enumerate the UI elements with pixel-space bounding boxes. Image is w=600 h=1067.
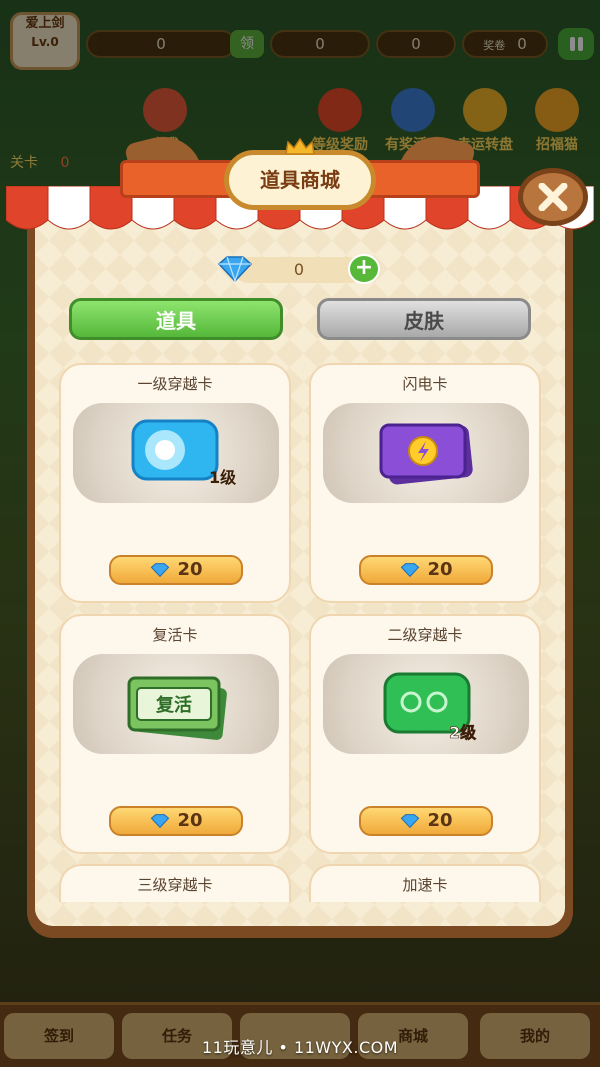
level-badge: 2级 <box>449 723 477 742</box>
shop-item-card[interactable]: 一级穿越卡 1级 20 <box>59 363 291 603</box>
tab-skins[interactable]: 皮肤 <box>317 298 531 340</box>
revive-card-text: 复活 <box>155 694 192 716</box>
item-image-frame: 复活 <box>73 654 279 754</box>
diamond-icon <box>401 563 420 578</box>
item-image-frame <box>323 403 529 503</box>
level2-portal-card-icon: 2级 <box>383 672 477 742</box>
revive-card-icon: 复活 <box>127 676 227 740</box>
close-button[interactable] <box>518 168 588 226</box>
awning-stripe <box>6 186 49 230</box>
diamond-icon <box>151 563 170 578</box>
item-name: 二级穿越卡 <box>387 626 463 644</box>
buy-button[interactable]: 20 <box>359 555 493 585</box>
item-price: 20 <box>427 810 453 831</box>
diamond-icon <box>401 814 420 829</box>
buy-button[interactable]: 20 <box>359 806 493 836</box>
lightning-card-icon <box>379 423 473 485</box>
watermark: 11玩意儿 • 11WYX.COM <box>201 1038 399 1057</box>
item-name: 复活卡 <box>152 626 198 644</box>
diamond-icon <box>217 256 253 283</box>
awning-stripe <box>47 186 91 230</box>
item-price: 20 <box>177 559 203 580</box>
item-name: 三级穿越卡 <box>137 876 213 894</box>
crown-icon <box>285 138 315 155</box>
add-gems-button[interactable]: + <box>348 254 380 284</box>
buy-button[interactable]: 20 <box>109 555 243 585</box>
shop-item-card[interactable]: 闪电卡 20 <box>309 363 541 603</box>
close-icon <box>538 183 568 211</box>
shop-item-card[interactable]: 复活卡 复活 20 <box>59 614 291 854</box>
item-price: 20 <box>427 559 453 580</box>
gem-balance-row: 0 + <box>215 254 385 284</box>
tab-props[interactable]: 道具 <box>69 298 283 340</box>
buy-button[interactable]: 20 <box>109 806 243 836</box>
item-name: 闪电卡 <box>402 375 448 393</box>
level1-portal-card-icon: 1级 <box>131 419 237 487</box>
item-image-frame: 1级 <box>73 403 279 503</box>
shop-item-card[interactable]: 二级穿越卡 2级 20 <box>309 614 541 854</box>
item-price: 20 <box>177 810 203 831</box>
level-badge: 1级 <box>209 468 237 487</box>
shop-item-card[interactable]: 加速卡 <box>309 864 541 902</box>
item-name: 一级穿越卡 <box>137 375 213 393</box>
shop-item-card[interactable]: 三级穿越卡 <box>59 864 291 902</box>
diamond-icon <box>151 814 170 829</box>
modal-title: 道具商城 <box>224 150 376 210</box>
item-name: 加速卡 <box>402 876 448 894</box>
item-image-frame: 2级 <box>323 654 529 754</box>
